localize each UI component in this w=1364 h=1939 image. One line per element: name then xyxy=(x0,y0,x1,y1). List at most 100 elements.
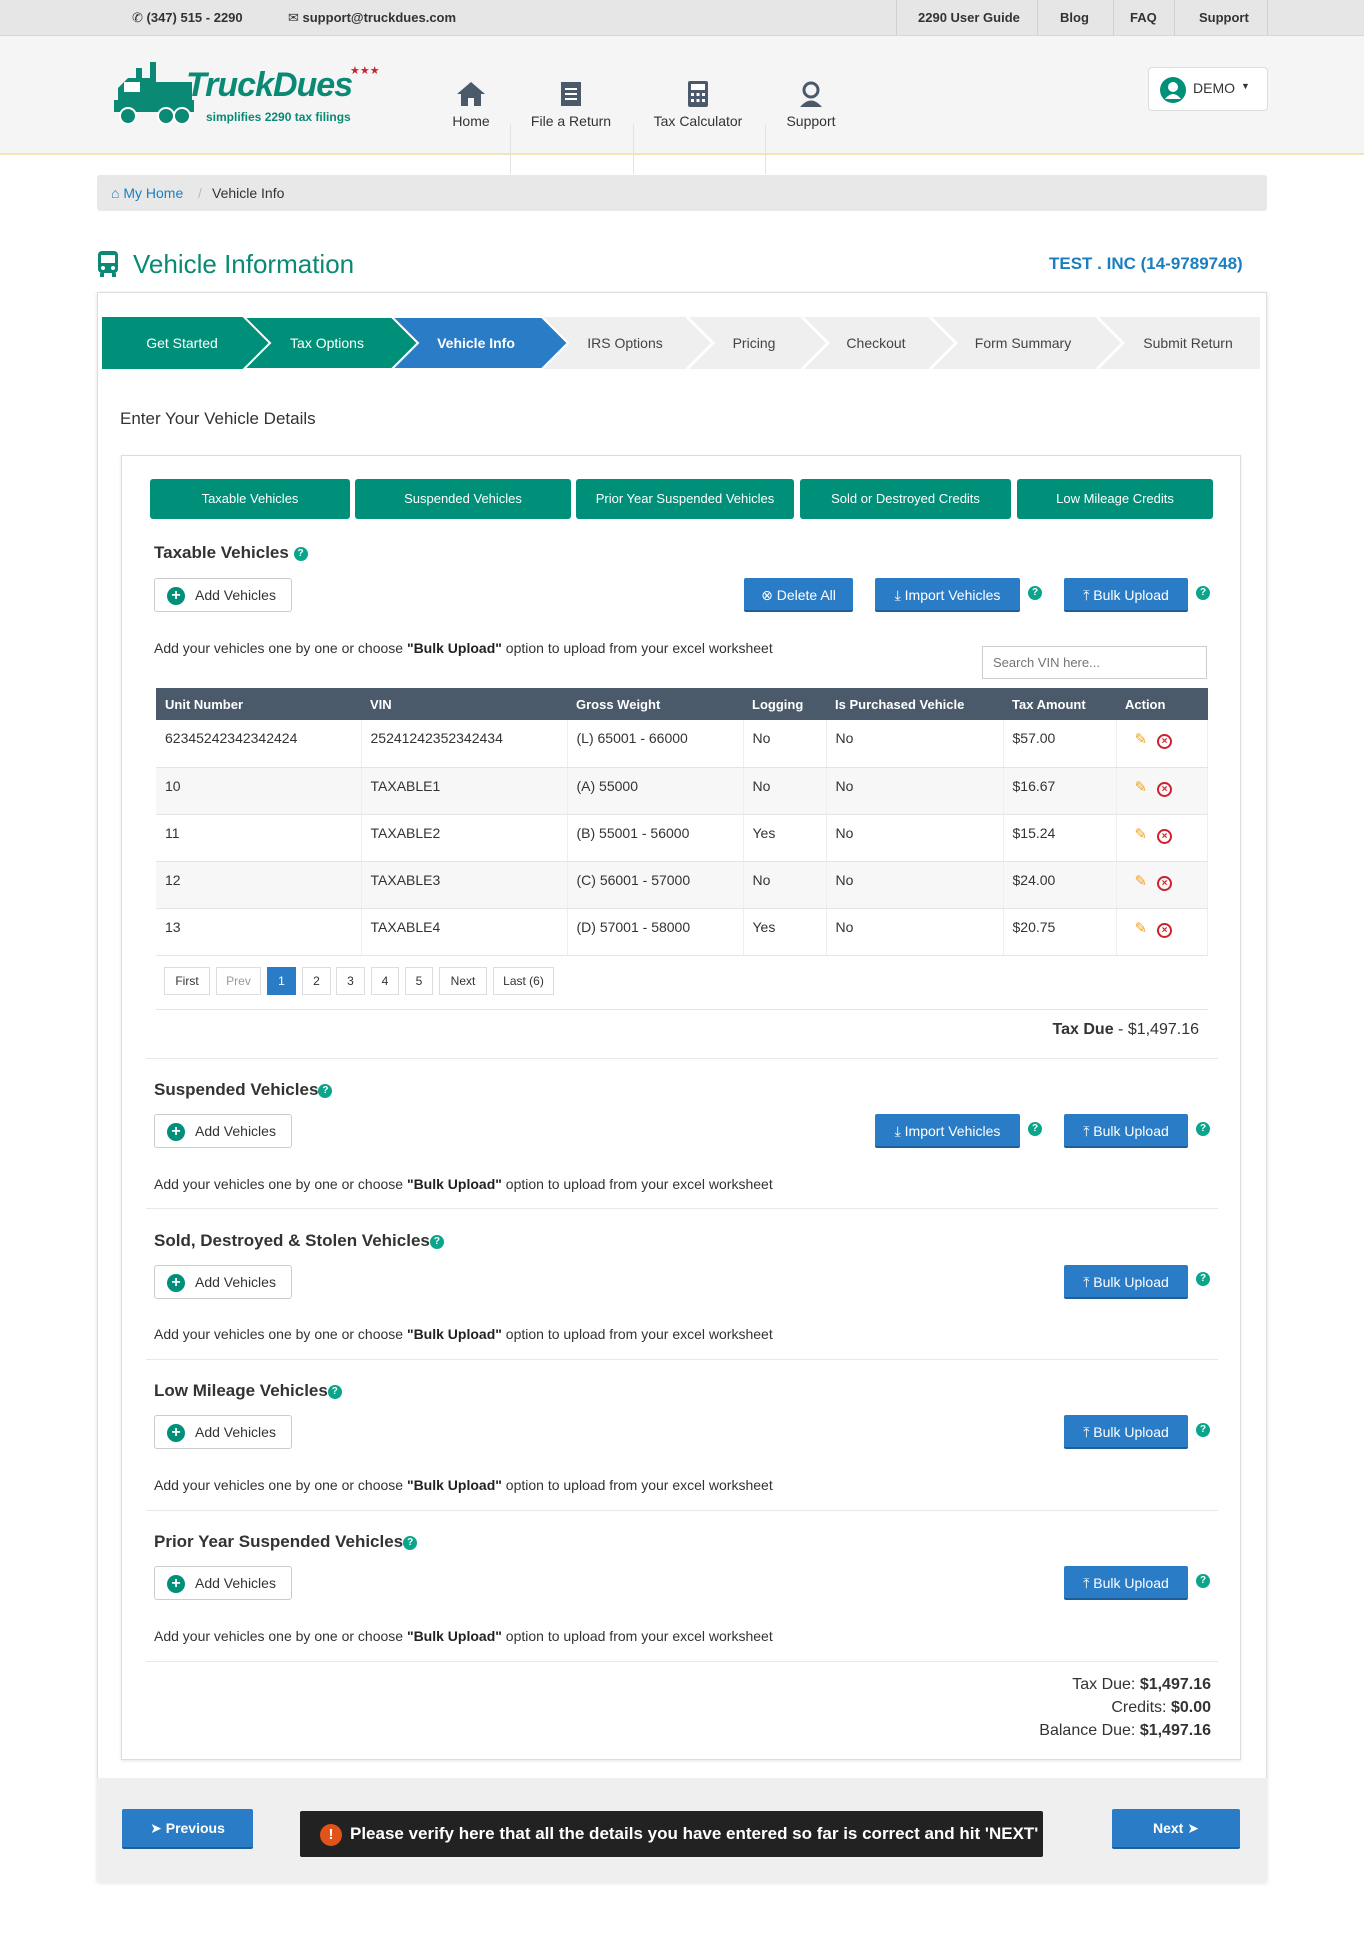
page-5[interactable]: 5 xyxy=(405,967,433,995)
page-4[interactable]: 4 xyxy=(371,967,399,995)
tab-low-mileage-credits[interactable]: Low Mileage Credits xyxy=(1017,479,1213,519)
help-icon[interactable]: ? xyxy=(318,1083,333,1098)
step-irs-options[interactable]: IRS Options xyxy=(570,317,680,369)
col-logging[interactable]: Logging xyxy=(743,688,826,720)
import-vehicles-button[interactable]: ⤓ Import Vehicles xyxy=(875,578,1020,612)
nav-home[interactable]: Home xyxy=(421,80,521,129)
help-icon[interactable]: ? xyxy=(429,1234,444,1249)
bulk-upload-prior-year-button[interactable]: ⤒ Bulk Upload xyxy=(1064,1566,1188,1600)
help-icon[interactable]: ? xyxy=(1196,1574,1210,1588)
cell-logging: No xyxy=(743,720,827,768)
bulk-upload-suspended-button[interactable]: ⤒ Bulk Upload xyxy=(1064,1114,1188,1148)
plus-icon: + xyxy=(167,587,185,605)
edit-icon[interactable]: ✎ xyxy=(1135,826,1148,843)
search-vin-input[interactable] xyxy=(982,646,1207,679)
page-first[interactable]: First xyxy=(164,967,210,995)
add-sold-vehicles-button[interactable]: + Add Vehicles xyxy=(154,1265,292,1299)
help-icon[interactable]: ? xyxy=(327,1384,342,1399)
page-3[interactable]: 3 xyxy=(336,967,365,995)
delete-icon[interactable]: × xyxy=(1157,828,1173,844)
breadcrumb: ⌂ My Home / Vehicle Info xyxy=(97,175,1267,211)
cell-is-purchased: No xyxy=(826,767,1004,815)
next-button[interactable]: Next ➤ xyxy=(1112,1809,1240,1849)
help-icon[interactable]: ? xyxy=(1196,1423,1210,1437)
help-icon[interactable]: ? xyxy=(1196,1122,1210,1136)
blog-link[interactable]: Blog xyxy=(1060,0,1089,36)
table-header-row: Unit Number VIN Gross Weight Logging Is … xyxy=(156,688,1208,720)
cell-logging: Yes xyxy=(743,814,827,862)
add-prior-year-button[interactable]: + Add Vehicles xyxy=(154,1566,292,1600)
page-2[interactable]: 2 xyxy=(302,967,331,995)
step-get-started[interactable]: Get Started xyxy=(122,317,242,369)
previous-button[interactable]: ➤ Previous xyxy=(122,1809,253,1849)
nav-support[interactable]: Support xyxy=(761,80,861,129)
cell-is-purchased: No xyxy=(826,720,1004,768)
delete-icon[interactable]: × xyxy=(1157,875,1173,891)
cell-is-purchased: No xyxy=(826,908,1004,956)
step-vehicle-info[interactable]: Vehicle Info xyxy=(416,317,536,369)
bulk-upload-label: Bulk Upload xyxy=(1093,1274,1169,1290)
delete-all-button[interactable]: ⊗ Delete All xyxy=(744,578,853,612)
help-icon[interactable]: ? xyxy=(1028,586,1042,600)
logo[interactable]: TruckDues ★★★ simplifies 2290 tax filing… xyxy=(110,54,380,134)
bulk-upload-low-mileage-button[interactable]: ⤒ Bulk Upload xyxy=(1064,1415,1188,1449)
cell-action: ✎ × xyxy=(1116,767,1208,815)
tab-taxable-vehicles[interactable]: Taxable Vehicles xyxy=(150,479,350,519)
step-form-summary[interactable]: Form Summary xyxy=(958,317,1088,369)
step-checkout[interactable]: Checkout xyxy=(826,317,926,369)
step-pricing[interactable]: Pricing xyxy=(712,317,796,369)
help-icon[interactable]: ? xyxy=(1196,586,1210,600)
edit-icon[interactable]: ✎ xyxy=(1135,920,1148,937)
col-is-purchased[interactable]: Is Purchased Vehicle xyxy=(826,688,1003,720)
edit-icon[interactable]: ✎ xyxy=(1135,731,1148,748)
bulk-upload-sold-button[interactable]: ⤒ Bulk Upload xyxy=(1064,1265,1188,1299)
page-next[interactable]: Next xyxy=(439,967,487,995)
import-suspended-button[interactable]: ⤓ Import Vehicles xyxy=(875,1114,1020,1148)
nav-file-return[interactable]: File a Return xyxy=(521,80,621,129)
help-icon[interactable]: ? xyxy=(1028,1122,1042,1136)
page-last[interactable]: Last (6) xyxy=(493,967,554,995)
breadcrumb-home[interactable]: ⌂ My Home xyxy=(111,175,183,211)
step-submit-return[interactable]: Submit Return xyxy=(1128,317,1248,369)
edit-icon[interactable]: ✎ xyxy=(1135,779,1148,796)
cell-vin: 25241242352342434 xyxy=(361,720,568,768)
col-unit-number[interactable]: Unit Number xyxy=(156,688,361,720)
step-tax-options[interactable]: Tax Options xyxy=(270,317,384,369)
phone-link[interactable]: ✆ (347) 515 - 2290 xyxy=(132,0,243,36)
help-icon[interactable]: ? xyxy=(1196,1272,1210,1286)
add-taxable-vehicles-button[interactable]: + Add Vehicles xyxy=(154,578,292,612)
total-balance-due: Balance Due: $1,497.16 xyxy=(1039,1722,1211,1739)
bus-icon xyxy=(97,250,119,283)
help-icon[interactable]: ? xyxy=(293,546,308,561)
info-icon: ! xyxy=(320,1823,342,1846)
document-icon xyxy=(561,82,581,106)
tab-suspended-vehicles[interactable]: Suspended Vehicles xyxy=(355,479,571,519)
support-link[interactable]: Support xyxy=(1199,0,1249,36)
col-tax-amount[interactable]: Tax Amount xyxy=(1003,688,1116,720)
delete-icon[interactable]: × xyxy=(1157,734,1173,749)
edit-icon[interactable]: ✎ xyxy=(1135,873,1148,890)
add-low-mileage-button[interactable]: + Add Vehicles xyxy=(154,1415,292,1449)
faq-link[interactable]: FAQ xyxy=(1130,0,1157,36)
delete-icon[interactable]: × xyxy=(1157,922,1173,938)
user-menu[interactable]: DEMO ▼ xyxy=(1148,67,1268,111)
add-suspended-vehicles-button[interactable]: + Add Vehicles xyxy=(154,1114,292,1148)
user-guide-link[interactable]: 2290 User Guide xyxy=(918,0,1020,36)
prior-year-title: Prior Year Suspended Vehicles? xyxy=(154,1532,418,1552)
page-prev[interactable]: Prev xyxy=(216,967,261,995)
bulk-upload-button[interactable]: ⤒ Bulk Upload xyxy=(1064,578,1188,612)
page-1[interactable]: 1 xyxy=(267,967,296,995)
cell-vin: TAXABLE2 xyxy=(361,814,568,862)
phone-text: (347) 515 - 2290 xyxy=(146,10,243,25)
tab-prior-year-suspended[interactable]: Prior Year Suspended Vehicles xyxy=(576,479,794,519)
divider xyxy=(146,1359,1218,1360)
col-gross-weight[interactable]: Gross Weight xyxy=(567,688,743,720)
cell-action: ✎ × xyxy=(1116,861,1208,909)
email-link[interactable]: ✉ support@truckdues.com xyxy=(288,0,456,36)
help-text: Add your vehicles one by one or choose "… xyxy=(154,1477,773,1493)
nav-tax-calculator[interactable]: Tax Calculator xyxy=(648,80,748,129)
col-vin[interactable]: VIN xyxy=(361,688,567,720)
tab-sold-destroyed-credits[interactable]: Sold or Destroyed Credits xyxy=(800,479,1011,519)
delete-icon[interactable]: × xyxy=(1157,781,1173,797)
help-icon[interactable]: ? xyxy=(403,1535,418,1550)
